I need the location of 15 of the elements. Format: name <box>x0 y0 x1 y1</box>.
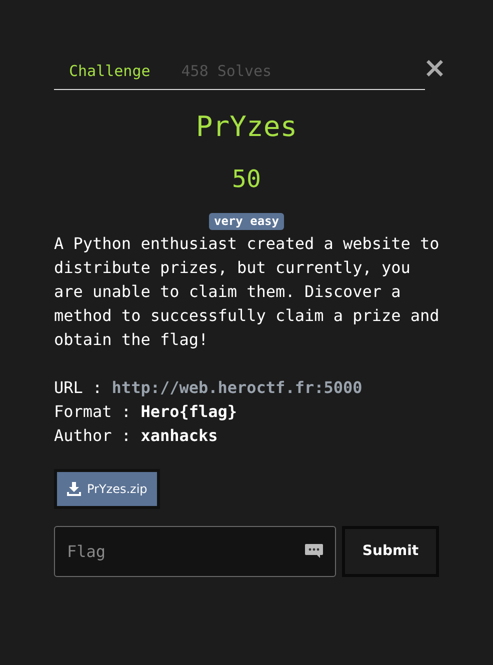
flag-field[interactable]: Flag <box>54 526 336 576</box>
detail-line: URL : http://web.heroctf.fr:5000 <box>54 376 364 398</box>
difficulty-badge: very easy <box>208 212 284 230</box>
challenge-description: A Python enthusiast created a website to distribute prizes, but currently, you are unable to claim them. Discover a method to successfully claim a prize and obtain the flag! <box>54 232 440 350</box>
challenge-points: 50 <box>231 164 262 194</box>
detail-line: Format : Hero{flag} <box>54 400 238 422</box>
download-icon <box>67 482 81 496</box>
challenge-title: PrYzes <box>194 110 298 144</box>
chat-icon <box>304 542 324 558</box>
close-button[interactable]: × <box>423 54 446 82</box>
submit-button[interactable]: Submit <box>342 526 439 576</box>
detail-line: Author : xanhacks <box>54 424 219 446</box>
download-button[interactable]: PrYzes.zip <box>54 468 160 508</box>
tab[interactable]: Challenge <box>54 60 166 82</box>
url-link[interactable]: http://web.heroctf.fr:5000 <box>112 378 362 396</box>
